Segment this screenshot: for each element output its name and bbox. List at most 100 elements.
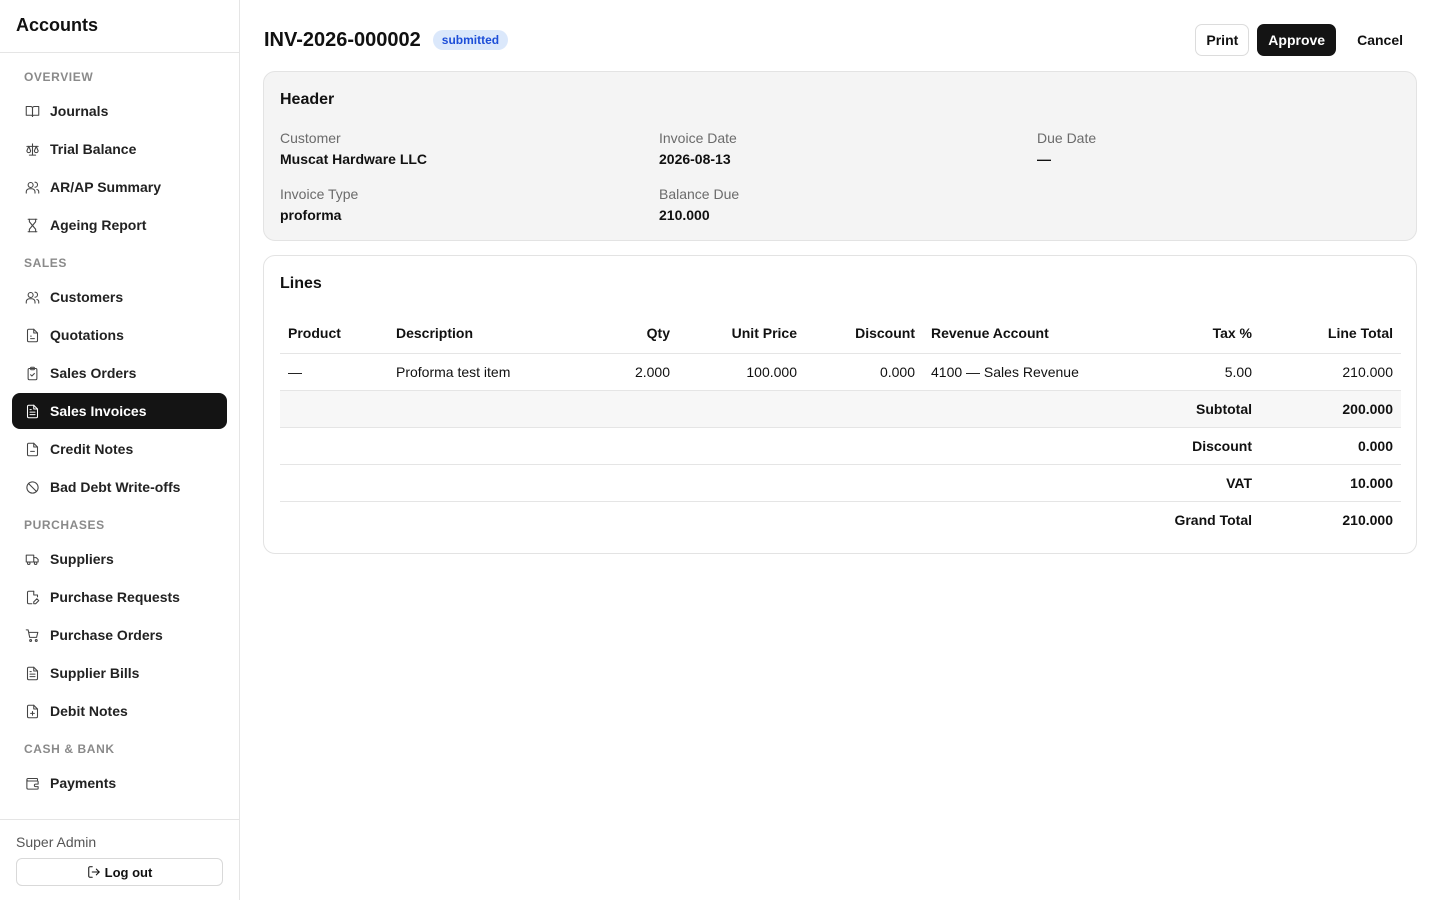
sidebar-item-debit-notes[interactable]: Debit Notes [12, 693, 227, 729]
discount-total-row: Discount 0.000 [280, 427, 1401, 465]
header-card: Header Customer Muscat Hardware LLC Invo… [263, 71, 1417, 241]
total-value: 200.000 [1260, 390, 1401, 428]
cell-qty: 2.000 [584, 353, 678, 391]
file-plus-icon [24, 703, 40, 719]
sidebar-item-sales-invoices[interactable]: Sales Invoices [12, 393, 227, 429]
column-header: Revenue Account [923, 314, 1158, 354]
vat-total-row: VAT 10.000 [280, 464, 1401, 502]
column-header: Description [388, 314, 584, 354]
sidebar-item-quotations[interactable]: Quotations [12, 317, 227, 353]
logout-label: Log out [104, 864, 153, 880]
sidebar-item-trial-balance[interactable]: Trial Balance [12, 131, 227, 167]
sidebar-item-ar-ap-summary[interactable]: AR/AP Summary [12, 169, 227, 205]
hourglass-icon [24, 217, 40, 233]
sidebar-item-payments[interactable]: Payments [12, 765, 227, 801]
truck-icon [24, 551, 40, 567]
column-header: Tax % [1158, 314, 1260, 354]
file-text-icon [24, 403, 40, 419]
sidebar-item-label: Bad Debt Write-offs [50, 479, 181, 495]
cell-unit-price: 100.000 [678, 353, 805, 391]
column-header: Discount [805, 314, 923, 354]
sidebar-item-label: Suppliers [50, 551, 114, 567]
due-date-field: Due Date — [1037, 130, 1096, 167]
table-header-row: Product Description Qty Unit Price Disco… [280, 314, 1401, 354]
header-card-title: Header [280, 91, 335, 108]
page-title: INV-2026-000002 [264, 28, 421, 51]
sidebar-item-bad-debt-write-offs[interactable]: Bad Debt Write-offs [12, 469, 227, 505]
sidebar-item-label: Purchase Requests [50, 589, 180, 605]
file-minus-icon [24, 441, 40, 457]
total-label: VAT [280, 464, 1260, 502]
sidebar-item-journals[interactable]: Journals [12, 93, 227, 129]
sidebar-item-customers[interactable]: Customers [12, 279, 227, 315]
cell-tax: 5.00 [1158, 353, 1260, 391]
field-label: Invoice Type [280, 186, 359, 202]
field-value: Muscat Hardware LLC [280, 151, 428, 167]
section-label-cash-bank: CASH & BANK [24, 742, 115, 756]
sidebar-item-purchase-orders[interactable]: Purchase Orders [12, 617, 227, 653]
section-label-sales: SALES [24, 256, 68, 270]
logout-button[interactable]: Log out [16, 858, 223, 886]
cart-icon [24, 627, 40, 643]
section-label-overview: OVERVIEW [24, 70, 94, 84]
sidebar-item-label: Journals [50, 103, 109, 119]
invoice-date-field: Invoice Date 2026-08-13 [659, 130, 737, 167]
lines-card: Lines Product Description Qty Unit Price… [263, 255, 1417, 554]
approve-button[interactable]: Approve [1257, 24, 1337, 56]
sidebar-item-purchase-requests[interactable]: Purchase Requests [12, 579, 227, 615]
cell-discount: 0.000 [805, 353, 923, 391]
sidebar-item-label: Purchase Orders [50, 627, 163, 643]
field-label: Due Date [1037, 130, 1097, 146]
cell-line-total: 210.000 [1260, 353, 1401, 391]
ban-icon [24, 479, 40, 495]
grand-total-row: Grand Total 210.000 [280, 501, 1401, 538]
sidebar-item-label: Credit Notes [50, 441, 134, 457]
field-value: 210.000 [659, 207, 710, 223]
total-value: 210.000 [1260, 501, 1401, 538]
book-open-icon [24, 103, 40, 119]
sidebar-footer: Super Admin Log out [0, 819, 239, 900]
column-header: Product [280, 314, 388, 354]
main-content: INV-2026-000002 submitted Print Approve … [240, 0, 1440, 900]
sidebar-item-ageing-report[interactable]: Ageing Report [12, 207, 227, 243]
customer-field: Customer Muscat Hardware LLC [280, 130, 427, 167]
wallet-icon [24, 775, 40, 791]
sidebar-item-label: Payments [50, 775, 117, 791]
print-button[interactable]: Print [1195, 24, 1250, 56]
column-header: Line Total [1260, 314, 1401, 354]
logout-icon [87, 865, 105, 879]
total-value: 0.000 [1260, 427, 1401, 465]
section-label-purchases: PURCHASES [24, 518, 105, 532]
field-value: — [1037, 151, 1051, 167]
sidebar-item-label: Debit Notes [50, 703, 128, 719]
sidebar-item-label: AR/AP Summary [50, 179, 162, 195]
balance-due-field: Balance Due 210.000 [659, 186, 739, 223]
action-buttons: Print Approve Cancel [1195, 24, 1416, 56]
total-label: Grand Total [280, 501, 1260, 538]
users-icon [24, 179, 40, 195]
file-edit-icon [24, 589, 40, 605]
table-row: — Proforma test item 2.000 100.000 0.000… [280, 353, 1401, 391]
subtotal-row: Subtotal 200.000 [280, 390, 1401, 428]
file-icon [24, 327, 40, 343]
column-header: Unit Price [678, 314, 805, 354]
invoice-type-field: Invoice Type proforma [280, 186, 358, 223]
cancel-button[interactable]: Cancel [1344, 24, 1416, 56]
sidebar-item-supplier-bills[interactable]: Supplier Bills [12, 655, 227, 691]
clipboard-check-icon [24, 365, 40, 381]
sidebar-item-label: Customers [50, 289, 124, 305]
total-label: Subtotal [280, 390, 1260, 428]
field-label: Invoice Date [659, 130, 737, 146]
lines-table: Product Description Qty Unit Price Disco… [280, 314, 1401, 538]
sidebar-item-suppliers[interactable]: Suppliers [12, 541, 227, 577]
sidebar-item-sales-orders[interactable]: Sales Orders [12, 355, 227, 391]
sidebar-item-credit-notes[interactable]: Credit Notes [12, 431, 227, 467]
status-badge: submitted [432, 30, 509, 50]
cell-revenue-account: 4100 — Sales Revenue [923, 353, 1158, 391]
sidebar-nav: OVERVIEW Journals Trial Balance AR/AP Su… [0, 53, 239, 819]
column-header: Qty [584, 314, 678, 354]
field-label: Customer [280, 130, 341, 146]
total-label: Discount [280, 427, 1260, 465]
scale-icon [24, 141, 40, 157]
document-toolbar: INV-2026-000002 submitted Print Approve … [264, 24, 1416, 56]
